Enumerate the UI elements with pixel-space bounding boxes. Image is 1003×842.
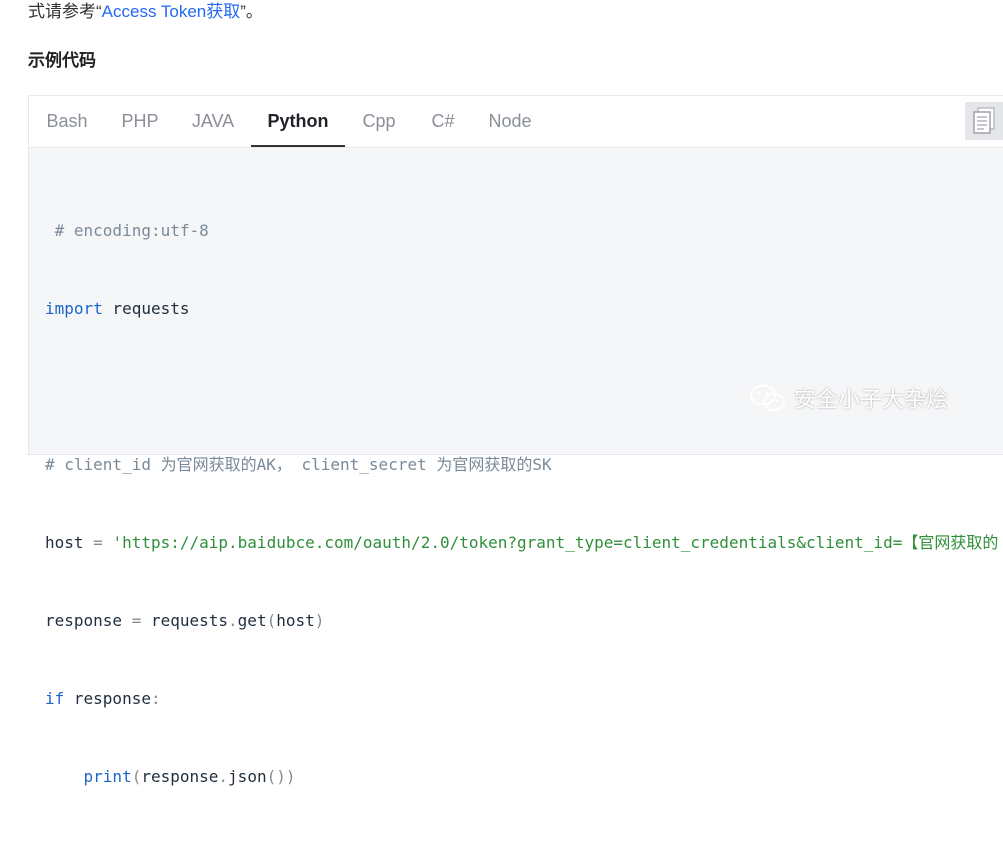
code-operator: = <box>83 533 113 552</box>
code-text: requests <box>102 299 190 318</box>
access-token-link[interactable]: Access Token获取 <box>102 2 241 21</box>
intro-prefix: 式请参考“ <box>28 2 102 21</box>
tab-java[interactable]: JAVA <box>179 96 247 147</box>
code-line: response = requests.get(host) <box>45 608 998 634</box>
code-string: 'https://aip.baidubce.com/oauth/2.0/toke… <box>112 533 999 552</box>
copy-icon <box>973 107 995 134</box>
code-text: json <box>228 767 267 786</box>
section-title: 示例代码 <box>28 51 96 70</box>
code-line: # client_id 为官网获取的AK， client_secret 为官网获… <box>45 452 998 478</box>
code-line: print(response.json()) <box>45 764 998 790</box>
code-operator: ()) <box>266 767 296 786</box>
code-text: host <box>276 611 315 630</box>
wechat-icon <box>750 384 785 411</box>
code-keyword: if <box>45 689 65 708</box>
code-variable: response <box>45 611 123 630</box>
code-block[interactable]: # encoding:utf-8 import requests # clien… <box>45 166 998 842</box>
tab-csharp[interactable]: C# <box>419 96 467 147</box>
code-text: requests <box>150 611 229 630</box>
code-line: if response: <box>45 686 998 712</box>
watermark-text: 安全小子大杂烩 <box>794 387 949 412</box>
code-builtin: print <box>83 767 132 786</box>
code-comment: # client_id 为官网获取的AK， client_secret 为官网获… <box>45 455 552 474</box>
code-line: host = 'https://aip.baidubce.com/oauth/2… <box>45 530 998 556</box>
code-comment: # encoding:utf-8 <box>45 221 209 240</box>
tab-bash[interactable]: Bash <box>34 96 100 147</box>
intro-suffix: ”。 <box>240 2 263 21</box>
tab-php[interactable]: PHP <box>109 96 171 147</box>
watermark: 安全小子大杂烩 <box>748 382 948 414</box>
code-variable: host <box>45 533 84 552</box>
code-operator: ( <box>131 767 142 786</box>
tab-cpp[interactable]: Cpp <box>351 96 407 147</box>
copy-button[interactable] <box>965 102 1003 140</box>
tab-node[interactable]: Node <box>477 96 543 147</box>
code-operator: = <box>122 611 151 630</box>
code-operator: . <box>218 767 229 786</box>
intro-text: 式请参考“Access Token获取”。 <box>28 0 263 24</box>
code-keyword: import <box>45 299 103 318</box>
code-operator: ) <box>314 611 325 630</box>
tab-python[interactable]: Python <box>251 96 345 147</box>
code-line: import requests <box>45 296 998 322</box>
code-text: get <box>237 611 267 630</box>
code-operator: : <box>150 689 161 708</box>
code-text: response <box>141 767 219 786</box>
code-line: # encoding:utf-8 <box>45 218 998 244</box>
code-operator: . <box>228 611 238 630</box>
code-operator: ( <box>266 611 277 630</box>
code-text: response <box>64 689 151 708</box>
language-tabs: Bash PHP JAVA Python Cpp C# Node <box>29 96 1003 148</box>
